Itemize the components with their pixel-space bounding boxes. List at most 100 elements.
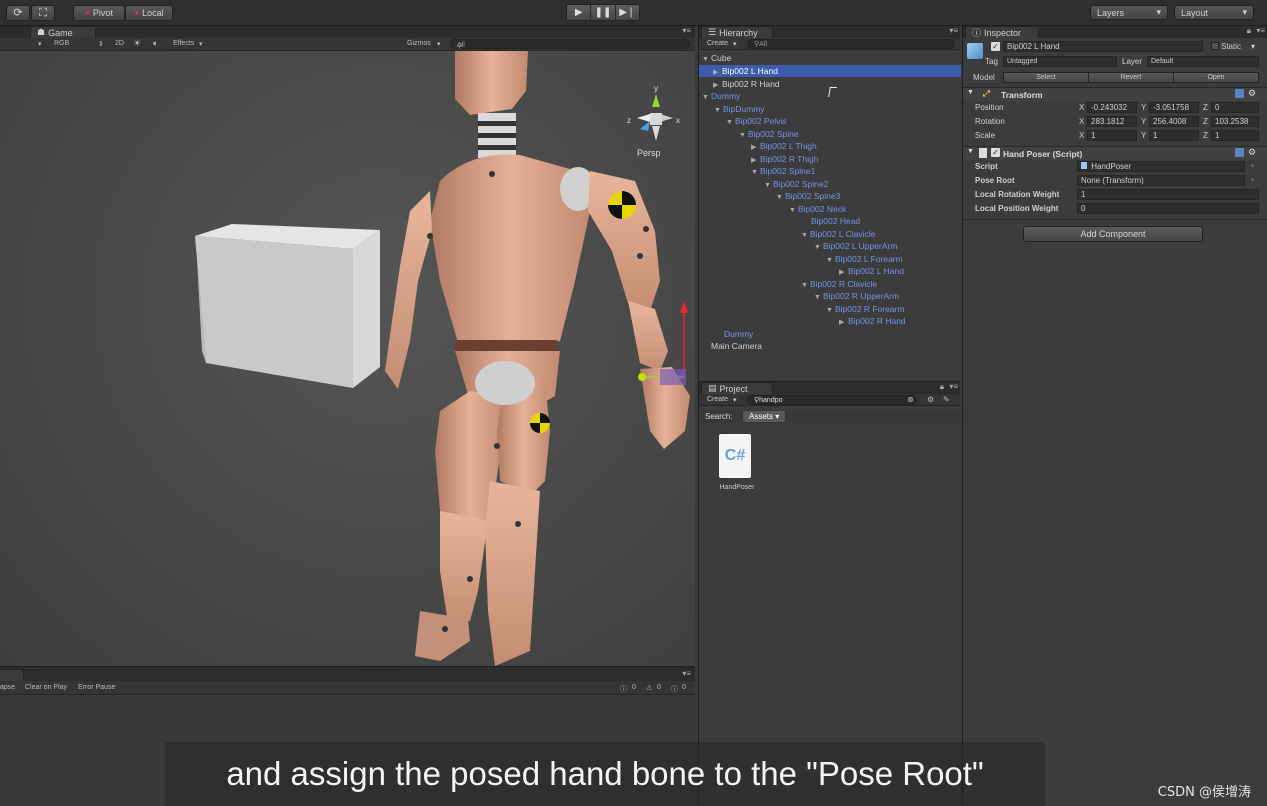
pose-root-field[interactable]: None (Transform) — [1077, 175, 1245, 186]
pause-button[interactable]: ❚❚ — [591, 5, 616, 20]
expand-arrow-icon[interactable]: ▼ — [967, 148, 974, 155]
lock-icon[interactable]: 🔒︎ — [1247, 26, 1251, 36]
panel-menu-icon[interactable]: ▾≡ — [682, 26, 691, 35]
position-z-field[interactable]: 0 — [1211, 102, 1259, 113]
hierarchy-search-input[interactable]: ⚲ All — [747, 39, 955, 49]
scale-y-field[interactable]: 1 — [1149, 130, 1199, 141]
pivot-toggle[interactable]: ● Pivot — [73, 5, 125, 21]
panel-menu-icon[interactable]: ▾≡ — [949, 26, 958, 35]
project-search-input[interactable]: ⚲ handpo — [747, 395, 917, 405]
list-item[interactable]: ▶ Bip002 R Thigh — [699, 153, 961, 165]
game-search-input[interactable]: ⚲ All — [450, 39, 690, 50]
asset-item[interactable]: C# HandPoser — [713, 434, 761, 496]
list-item[interactable]: ▼ Bip002 Pelvis — [699, 115, 961, 127]
list-item[interactable]: ▼ Bip002 Spine3 — [699, 190, 961, 202]
play-button[interactable]: ▶ — [567, 5, 592, 20]
list-item[interactable]: ▼ Bip002 Spine2 — [699, 178, 961, 190]
scene-orientation-gizmo[interactable]: y z x Persp — [627, 84, 680, 158]
object-picker-icon[interactable]: ◦ — [1251, 175, 1254, 184]
gear-icon[interactable]: ⚙ — [1248, 88, 1256, 99]
list-item[interactable]: ▼ Bip002 L Clavicle — [699, 228, 961, 240]
rect-tool-button[interactable]: ⛶ — [31, 5, 55, 21]
object-name-field[interactable]: Bip002 L Hand — [1003, 41, 1203, 52]
list-item[interactable]: ▼ Bip002 R Forearm — [699, 303, 961, 315]
shading-dropdown[interactable]: ▾ — [38, 40, 42, 48]
rotation-x-field[interactable]: 283.1812 — [1087, 116, 1137, 127]
list-item[interactable]: ▼ Bip002 L UpperArm — [699, 240, 961, 252]
script-field[interactable]: HandPoser — [1077, 161, 1245, 172]
gizmos-dropdown[interactable]: Gizmos — [407, 40, 431, 47]
error-pause-toggle[interactable]: Error Pause — [78, 684, 115, 691]
tab-scene-partial[interactable] — [0, 26, 24, 38]
rotate-tool-button[interactable]: ⟳ — [6, 5, 30, 21]
tab-hierarchy[interactable]: ☰ Hierarchy — [701, 26, 773, 38]
hand-poser-component-header[interactable]: ▼ ✓ Hand Poser (Script) ⚙ — [963, 146, 1267, 160]
clear-search-icon[interactable]: ⊗ — [907, 395, 914, 404]
list-item[interactable]: ▼ BipDummy — [699, 103, 961, 115]
tab-inspector[interactable]: ⓘ Inspector — [965, 26, 1039, 38]
add-component-button[interactable]: Add Component — [1023, 226, 1203, 242]
local-toggle[interactable]: ● Local — [125, 5, 173, 21]
panel-menu-icon[interactable]: ▾≡ — [949, 382, 958, 391]
cube-object[interactable] — [195, 224, 380, 388]
audio-toggle-icon[interactable]: 🔈︎ — [153, 38, 158, 49]
object-picker-icon[interactable]: ◦ — [1251, 161, 1254, 170]
transform-component-header[interactable]: ▼ ⤢ Transform ⚙ — [963, 87, 1267, 101]
list-item[interactable]: ▼ Bip002 L Forearm — [699, 253, 961, 265]
tab-console[interactable] — [0, 669, 24, 681]
position-y-field[interactable]: -3.051758 — [1149, 102, 1199, 113]
rotation-y-field[interactable]: 256.4008 — [1149, 116, 1199, 127]
list-item[interactable]: ▼ Bip002 R Clavicle — [699, 278, 961, 290]
filter-type-icon[interactable]: ⚙ — [927, 395, 934, 404]
active-checkbox[interactable]: ✓ — [991, 42, 1000, 51]
panel-menu-icon[interactable]: ▾≡ — [682, 669, 691, 678]
model-open-button[interactable]: Open — [1174, 73, 1258, 82]
step-button[interactable]: ▶❘ — [615, 5, 639, 20]
panel-menu-icon[interactable]: ▾≡ — [1256, 26, 1265, 35]
local-position-weight-field[interactable]: 0 — [1077, 203, 1259, 214]
effects-dropdown[interactable]: Effects — [173, 40, 194, 47]
layer-dropdown[interactable]: Default — [1147, 56, 1259, 67]
list-item[interactable]: ▼ Bip002 R UpperArm — [699, 290, 961, 302]
color-mode-dropdown[interactable]: RGB — [54, 40, 69, 47]
rotation-z-field[interactable]: 103.2538 — [1211, 116, 1259, 127]
list-item[interactable]: Bip002 Head — [699, 215, 961, 227]
lighting-toggle-icon[interactable]: ☀ — [133, 38, 141, 49]
list-item[interactable]: ▼ Cube — [699, 52, 961, 64]
list-item[interactable]: ▼ Bip002 Spine — [699, 128, 961, 140]
scene-viewport[interactable]: y z x Persp — [0, 51, 695, 666]
crash-test-dummy[interactable] — [385, 51, 690, 666]
help-icon[interactable] — [1235, 148, 1244, 157]
collapse-toggle[interactable]: apse — [0, 684, 15, 691]
list-item[interactable]: ▶ Bip002 L Hand — [699, 65, 961, 77]
lock-icon[interactable]: 🔒︎ — [940, 382, 944, 392]
static-dropdown-icon[interactable]: ▾ — [1251, 42, 1255, 51]
scale-x-field[interactable]: 1 — [1087, 130, 1137, 141]
tag-dropdown[interactable]: Untagged — [1003, 56, 1117, 67]
layout-dropdown[interactable]: Layout ▾ — [1174, 5, 1254, 20]
warning-filter-icon[interactable]: ⚠ — [646, 684, 652, 692]
position-x-field[interactable]: -0.243032 — [1087, 102, 1137, 113]
clear-on-play-toggle[interactable]: Clear on Play — [25, 684, 67, 691]
scale-z-field[interactable]: 1 — [1211, 130, 1259, 141]
tab-project[interactable]: ▤ Project — [701, 382, 773, 394]
model-select-button[interactable]: Select — [1004, 73, 1089, 82]
help-icon[interactable] — [1235, 89, 1244, 98]
gizmo-persp-label[interactable]: Persp — [637, 148, 661, 158]
list-item[interactable]: Main Camera — [699, 340, 961, 352]
filter-label-icon[interactable]: ✎ — [943, 395, 950, 404]
list-item[interactable]: ▼ Bip002 Spine1 — [699, 165, 961, 177]
expand-arrow-icon[interactable]: ▼ — [967, 89, 974, 96]
list-item[interactable]: ▶ Bip002 L Hand — [699, 265, 961, 277]
assets-filter-tab[interactable]: Assets ▾ — [743, 411, 786, 422]
list-item[interactable]: ▼ Bip002 Neck — [699, 203, 961, 215]
error-filter-icon[interactable]: ⓘ — [671, 684, 678, 694]
model-revert-button[interactable]: Revert — [1089, 73, 1174, 82]
list-item[interactable]: Dummy — [699, 328, 961, 340]
layers-dropdown[interactable]: Layers ▾ — [1090, 5, 1168, 20]
list-item[interactable]: ▶ Bip002 L Thigh — [699, 140, 961, 152]
2d-toggle[interactable]: 2D — [115, 40, 124, 47]
component-enabled-checkbox[interactable]: ✓ — [991, 148, 1000, 157]
local-rotation-weight-field[interactable]: 1 — [1077, 189, 1259, 200]
gear-icon[interactable]: ⚙ — [1248, 147, 1256, 158]
